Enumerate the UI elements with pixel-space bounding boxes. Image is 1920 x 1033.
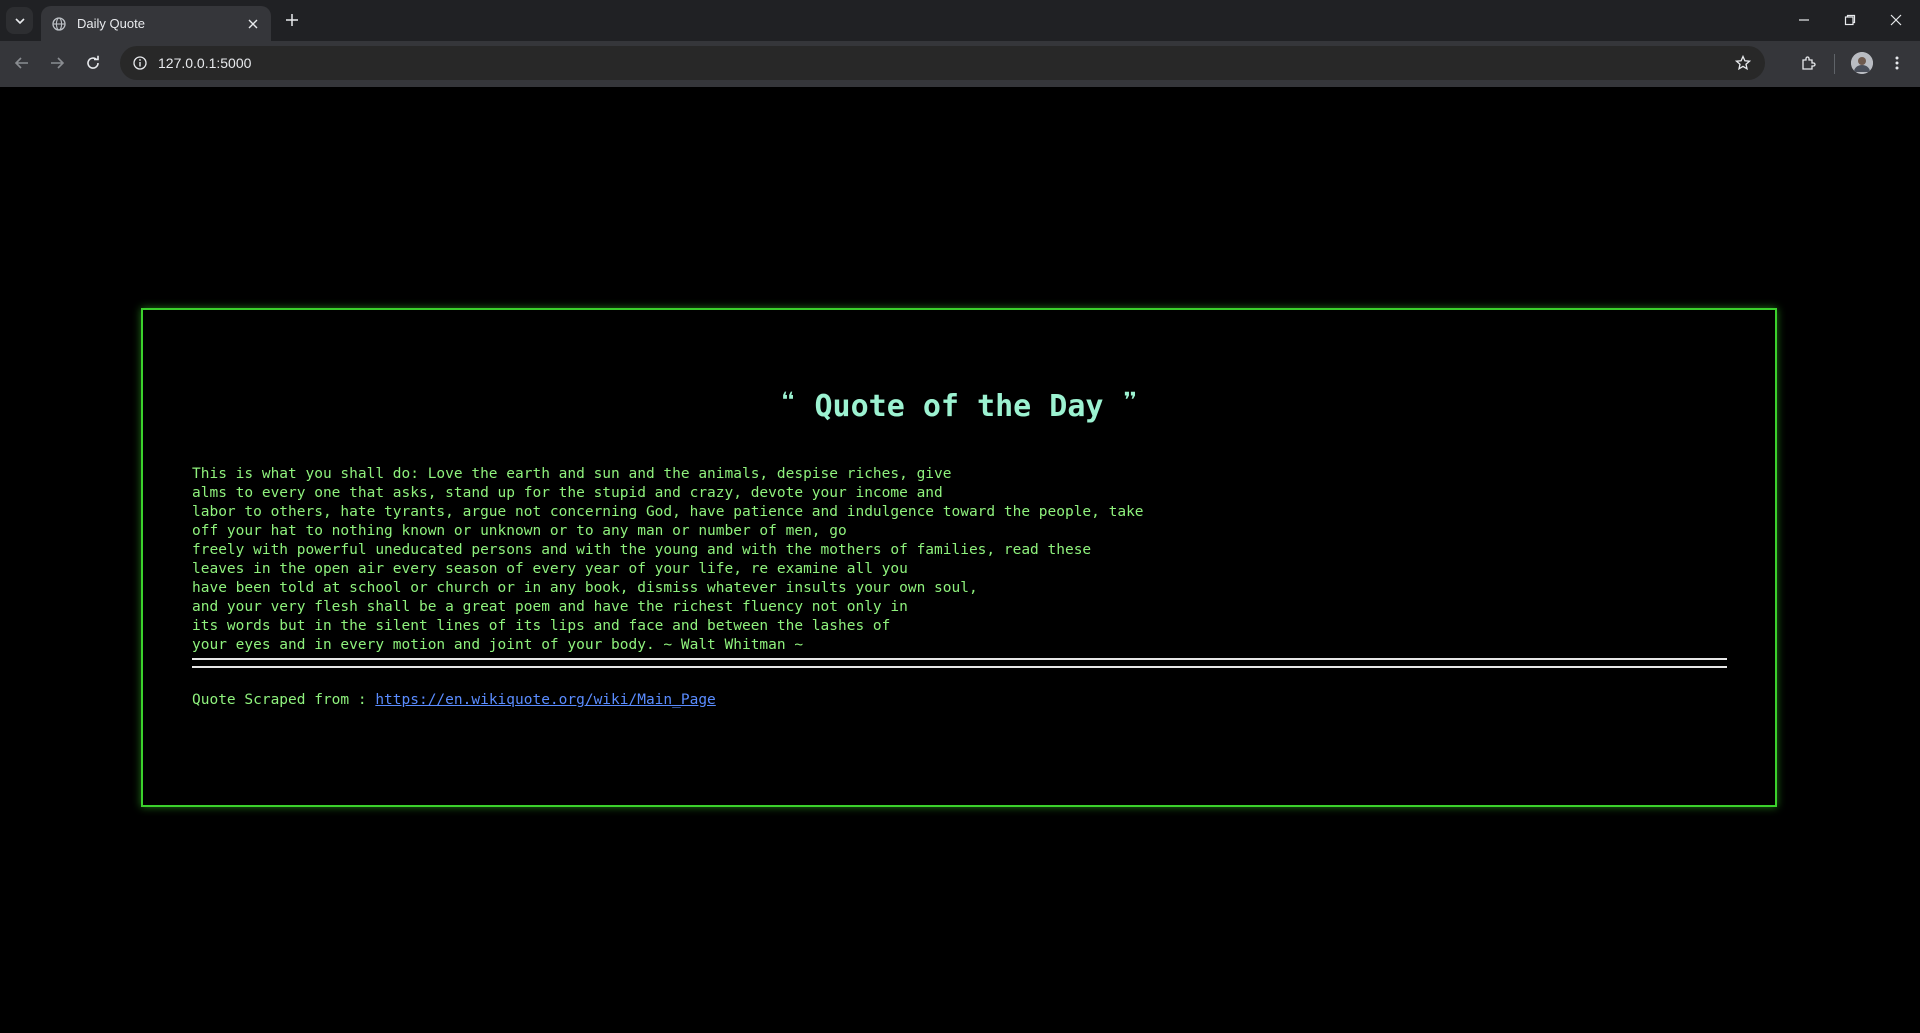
more-vert-icon[interactable] (1883, 49, 1911, 77)
quote-card: ❝ Quote of the Day ❞ This is what you sh… (141, 308, 1777, 807)
quote-line: alms to every one that asks, stand up fo… (192, 485, 943, 501)
tab-title: Daily Quote (77, 16, 145, 31)
quote-text: This is what you shall do: Love the eart… (192, 465, 1732, 655)
quote-line: freely with powerful uneducated persons … (192, 542, 1092, 558)
divider-line (192, 658, 1727, 660)
forward-icon[interactable] (43, 49, 71, 77)
close-quote-icon: ❞ (1121, 386, 1139, 419)
quote-line: and your very flesh shall be a great poe… (192, 599, 908, 615)
page-title: ❝ Quote of the Day ❞ (143, 386, 1775, 424)
toolbar-divider (1834, 54, 1835, 74)
reload-icon[interactable] (79, 49, 107, 77)
close-icon[interactable] (243, 14, 263, 34)
tab-search-icon[interactable] (6, 7, 33, 34)
quote-line: leaves in the open air every season of e… (192, 561, 908, 577)
globe-icon (51, 16, 67, 32)
source-link[interactable]: https://en.wikiquote.org/wiki/Main_Page (375, 692, 715, 708)
site-info-icon[interactable] (130, 53, 150, 73)
browser-chrome: Daily Quote 127.0.0.1:5000 (0, 0, 1920, 87)
divider-line (192, 666, 1727, 668)
tab-daily-quote[interactable]: Daily Quote (41, 6, 271, 41)
quote-line: have been told at school or church or in… (192, 580, 978, 596)
open-quote-icon: ❝ (779, 386, 797, 419)
extensions-icon[interactable] (1794, 49, 1822, 77)
back-icon[interactable] (8, 49, 36, 77)
tab-bar: Daily Quote (0, 0, 1920, 41)
browser-toolbar: 127.0.0.1:5000 (0, 41, 1920, 87)
address-bar[interactable]: 127.0.0.1:5000 (120, 46, 1765, 80)
close-window-icon[interactable] (1873, 0, 1919, 40)
page-content: ❝ Quote of the Day ❞ This is what you sh… (0, 87, 1920, 1033)
plus-icon[interactable] (281, 9, 303, 31)
star-icon[interactable] (1729, 49, 1757, 77)
url-text[interactable]: 127.0.0.1:5000 (158, 55, 1729, 71)
restore-icon[interactable] (1827, 0, 1873, 40)
source-label: Quote Scraped from : (192, 692, 376, 708)
quote-line: labor to others, hate tyrants, argue not… (192, 504, 1144, 520)
quote-line: its words but in the silent lines of its… (192, 618, 891, 634)
quote-line: off your hat to nothing known or unknown… (192, 523, 847, 539)
quote-source: Quote Scraped from : https://en.wikiquot… (192, 692, 716, 708)
profile-avatar[interactable] (1851, 52, 1873, 74)
heading-text: Quote of the Day (814, 389, 1104, 424)
minimize-icon[interactable] (1781, 0, 1827, 40)
quote-line: This is what you shall do: Love the eart… (192, 466, 952, 482)
quote-line: your eyes and in every motion and joint … (192, 637, 804, 653)
